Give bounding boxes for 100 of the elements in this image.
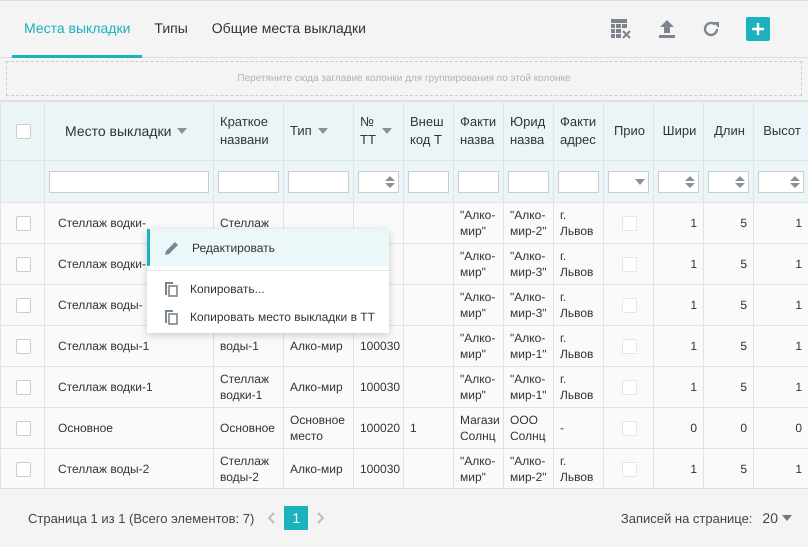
table-cell: "Алко- мир": [454, 244, 504, 284]
column-title: Место выкладки: [65, 122, 172, 140]
filter-field[interactable]: [408, 170, 449, 192]
upload-icon[interactable]: [658, 19, 676, 39]
table-cell: 1: [754, 244, 808, 284]
number-filter-field[interactable]: [658, 170, 699, 192]
table-cell: Стеллаж воды-1: [44, 326, 214, 366]
table-cell: "Алко- мир-2": [504, 202, 554, 244]
table-cell: 1: [654, 284, 704, 326]
table-cell: 1: [654, 366, 704, 408]
table-cell: 1: [754, 284, 808, 326]
table-cell: 100030: [354, 366, 404, 408]
table-cell: Стеллаж воды-2: [44, 448, 214, 488]
caret-icon[interactable]: [177, 128, 188, 134]
table-cell: 1: [654, 202, 704, 244]
group-hint: Перетяните сюда заглавие колонки для группирования по этой колонке: [237, 73, 571, 84]
row-checkbox[interactable]: [16, 216, 31, 230]
filter-field[interactable]: [218, 170, 279, 192]
spinner-arrows-icon[interactable]: [385, 176, 395, 188]
column-header[interactable]: Факти назва: [454, 102, 504, 160]
table-cell: "Алко- мир-1": [504, 366, 554, 408]
caret-icon[interactable]: [318, 128, 328, 134]
column-title: № ТТ: [360, 113, 376, 149]
table-cell: г. Львов: [554, 284, 604, 326]
caret-icon[interactable]: [635, 178, 645, 184]
table-cell: Стеллаж водки-1: [214, 366, 284, 408]
filter-dropdown[interactable]: [608, 170, 649, 192]
table-cell: 5: [704, 244, 754, 284]
copy-icon: [164, 281, 178, 297]
table-cell: 1: [754, 326, 808, 366]
table-cell: 1: [654, 448, 704, 488]
row-checkbox[interactable]: [16, 462, 31, 476]
filter-field[interactable]: [508, 170, 549, 192]
column-header[interactable]: Факти адрес: [554, 102, 604, 160]
table-cell: "Алко- мир-3": [504, 284, 554, 326]
table-cell: 0: [754, 408, 808, 448]
caret-icon[interactable]: [382, 128, 392, 134]
table-cell: г. Львов: [554, 366, 604, 408]
tab[interactable]: Типы: [142, 1, 200, 58]
table-cell: Основное: [214, 408, 284, 448]
row-checkbox[interactable]: [16, 298, 31, 312]
table-cell: 1: [404, 408, 454, 448]
row-checkbox[interactable]: [16, 256, 31, 272]
table-cell: г. Львов: [554, 448, 604, 488]
table-cell: 1: [654, 326, 704, 366]
table-cell: 0: [704, 408, 754, 448]
column-header[interactable]: Шири: [654, 102, 704, 160]
table-cell: 5: [704, 202, 754, 244]
select-all-checkbox[interactable]: [16, 124, 31, 138]
spinner-arrows-icon[interactable]: [735, 176, 745, 188]
clear-filter-icon[interactable]: [610, 18, 632, 40]
add-button[interactable]: [746, 17, 770, 41]
row-checkbox[interactable]: [16, 380, 31, 394]
table-cell: 5: [704, 284, 754, 326]
table-cell: 5: [704, 326, 754, 366]
column-header[interactable]: Краткое названи: [214, 102, 284, 160]
filter-field[interactable]: [458, 170, 499, 192]
number-filter-field[interactable]: [758, 170, 804, 192]
table-cell: Магази Солнц: [454, 408, 504, 448]
table-cell: 5: [704, 448, 754, 488]
filter-field[interactable]: [558, 170, 599, 192]
table-cell: г. Львов: [554, 326, 604, 366]
row-checkbox[interactable]: [16, 420, 31, 436]
table-cell: Стеллаж воды-2: [214, 448, 284, 488]
table-cell: "Алко- мир": [454, 448, 504, 488]
spinner-arrows-icon[interactable]: [790, 176, 800, 188]
chevron-right-icon[interactable]: [316, 512, 324, 524]
table-cell: Основное: [44, 408, 214, 448]
column-header[interactable]: Длин: [704, 102, 754, 160]
table-cell: Стеллаж водки-1: [44, 366, 214, 408]
page-size-dropdown[interactable]: 20: [762, 510, 792, 526]
caret-icon: [782, 515, 792, 521]
pencil-icon: [164, 240, 180, 256]
column-title: Тип: [290, 122, 312, 140]
table-cell: Основное место: [284, 408, 354, 448]
chevron-left-icon[interactable]: [268, 512, 276, 524]
refresh-icon[interactable]: [702, 20, 720, 38]
column-header[interactable]: Высот: [754, 102, 808, 160]
column-header[interactable]: Юрид назва: [504, 102, 554, 160]
table-cell: Алко-мир: [284, 448, 354, 488]
table-cell: Алко-мир: [284, 366, 354, 408]
table-cell: 1: [754, 202, 808, 244]
spinner-arrows-icon[interactable]: [685, 176, 695, 188]
table-cell: "Алко- мир": [454, 366, 504, 408]
filter-field[interactable]: [49, 170, 209, 192]
table-cell: г. Львов: [554, 202, 604, 244]
table-cell: 5: [704, 366, 754, 408]
table-cell: 1: [754, 366, 808, 408]
number-filter-field[interactable]: [358, 170, 399, 192]
table-cell: "Алко- мир": [454, 326, 504, 366]
column-header[interactable]: Прио: [604, 102, 654, 160]
table-cell: 100020: [354, 408, 404, 448]
table-cell: 100030: [354, 448, 404, 488]
plus-icon: [751, 22, 765, 36]
tab[interactable]: Общие места выкладки: [200, 1, 378, 58]
column-header[interactable]: Внеш код Т: [404, 102, 454, 160]
filter-field[interactable]: [288, 170, 349, 192]
page-size-label: Записей на странице:: [620, 510, 752, 526]
number-filter-field[interactable]: [708, 170, 749, 192]
row-checkbox[interactable]: [16, 338, 31, 354]
